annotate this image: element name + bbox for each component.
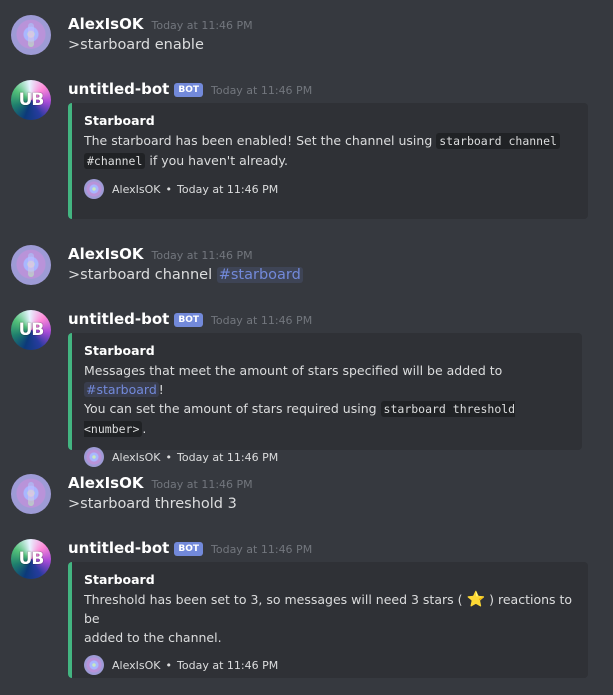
bot-badge: BOT xyxy=(174,83,203,97)
timestamp: Today at 11:46 PM xyxy=(211,84,313,97)
embed-title: Starboard xyxy=(84,113,155,128)
message-user-1: AlexIsOK Today at 11:46 PM >starboard en… xyxy=(0,15,613,60)
embed-title: Starboard xyxy=(84,343,155,358)
embed-text: Messages that meet the amount of stars s… xyxy=(84,363,503,378)
embed-text: Threshold has been set to 3, so messages… xyxy=(84,592,463,607)
footer-avatar xyxy=(84,655,104,675)
message-text: >starboard threshold 3 xyxy=(68,496,237,512)
username[interactable]: untitled-bot xyxy=(68,539,169,557)
embed-footer: AlexIsOK • Today at 11:46 PM xyxy=(84,447,570,467)
embed-description: Threshold has been set to 3, so messages… xyxy=(84,590,576,647)
embed-description: The starboard has been enabled! Set the … xyxy=(84,131,576,171)
message-user-2: AlexIsOK Today at 11:46 PM >starboard ch… xyxy=(0,245,613,290)
footer-name: AlexIsOK xyxy=(112,658,161,672)
bot-logo-icon: UB xyxy=(18,549,45,569)
timestamp: Today at 11:46 PM xyxy=(151,249,253,262)
username[interactable]: AlexIsOK xyxy=(68,245,143,263)
message-text-body: >starboard channel xyxy=(68,267,213,283)
bot-badge: BOT xyxy=(174,542,203,556)
embed-text: The starboard has been enabled! Set the … xyxy=(84,133,433,148)
user-avatar[interactable] xyxy=(11,15,51,55)
footer-name: AlexIsOK xyxy=(112,182,161,196)
embed-text: added to the channel. xyxy=(84,630,222,645)
timestamp: Today at 11:46 PM xyxy=(151,478,253,491)
message-user-3: AlexIsOK Today at 11:46 PM >starboard th… xyxy=(0,474,613,519)
user-avatar[interactable] xyxy=(11,474,51,514)
embed: Starboard The starboard has been enabled… xyxy=(68,103,588,219)
bot-avatar[interactable]: UB xyxy=(11,80,51,120)
bot-avatar[interactable]: UB xyxy=(11,539,51,579)
username[interactable]: AlexIsOK xyxy=(68,474,143,492)
message-bot-2: UB untitled-bot BOT Today at 11:46 PM St… xyxy=(0,310,613,467)
star-emoji-icon: ⭐ xyxy=(466,590,486,608)
timestamp: Today at 11:46 PM xyxy=(151,19,253,32)
user-avatar[interactable] xyxy=(11,245,51,285)
bot-logo-icon: UB xyxy=(18,320,45,340)
timestamp: Today at 11:46 PM xyxy=(211,543,313,556)
footer-time: Today at 11:46 PM xyxy=(177,450,279,464)
embed-description: Messages that meet the amount of stars s… xyxy=(84,361,570,439)
timestamp: Today at 11:46 PM xyxy=(211,314,313,327)
embed-title: Starboard xyxy=(84,572,155,587)
embed-footer: AlexIsOK • Today at 11:46 PM xyxy=(84,655,576,675)
inline-code: #channel xyxy=(84,153,146,169)
message-text: >starboard enable xyxy=(68,37,204,53)
embed-text: if you haven't already. xyxy=(149,153,288,168)
inline-code: starboard channel xyxy=(436,133,560,149)
embed-footer: AlexIsOK • Today at 11:46 PM xyxy=(84,179,576,199)
username[interactable]: untitled-bot xyxy=(68,80,169,98)
embed: Starboard Messages that meet the amount … xyxy=(68,333,582,467)
message-text: >starboard channel #starboard xyxy=(68,267,303,283)
embed: Starboard Threshold has been set to 3, s… xyxy=(68,562,588,678)
footer-separator: • xyxy=(165,450,173,464)
embed-text: . xyxy=(142,421,147,436)
embed-text: ! xyxy=(158,382,164,397)
bot-logo-icon: UB xyxy=(18,90,45,110)
footer-separator: • xyxy=(165,182,173,196)
channel-mention[interactable]: #starboard xyxy=(84,382,159,397)
username[interactable]: untitled-bot xyxy=(68,310,169,328)
footer-separator: • xyxy=(165,658,173,672)
username[interactable]: AlexIsOK xyxy=(68,15,143,33)
bot-avatar[interactable]: UB xyxy=(11,310,51,350)
footer-avatar xyxy=(84,447,104,467)
footer-name: AlexIsOK xyxy=(112,450,161,464)
footer-avatar xyxy=(84,179,104,199)
message-bot-3: UB untitled-bot BOT Today at 11:46 PM St… xyxy=(0,539,613,679)
embed-text: You can set the amount of stars required… xyxy=(84,401,377,416)
footer-time: Today at 11:46 PM xyxy=(177,658,279,672)
message-bot-1: UB untitled-bot BOT Today at 11:46 PM St… xyxy=(0,80,613,220)
footer-time: Today at 11:46 PM xyxy=(177,182,279,196)
bot-badge: BOT xyxy=(174,313,203,327)
channel-mention[interactable]: #starboard xyxy=(216,267,303,283)
